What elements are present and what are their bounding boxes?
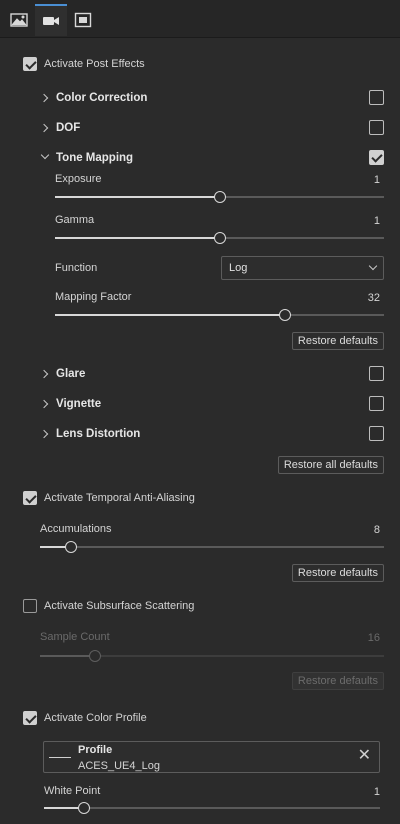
color-profile-checkbox[interactable]	[23, 711, 37, 725]
chevron-down-icon	[368, 261, 378, 271]
slider-thumb[interactable]	[279, 309, 292, 321]
taa-checkbox[interactable]	[23, 491, 37, 505]
section-lens-distortion[interactable]: Lens Distortion	[56, 428, 140, 440]
section-glare[interactable]: Glare	[56, 368, 85, 380]
lens-distortion-checkbox[interactable]	[369, 426, 384, 441]
white-point-value: 1	[373, 786, 380, 798]
color-correction-checkbox[interactable]	[369, 90, 384, 105]
close-icon[interactable]: ✕	[358, 747, 371, 765]
mapping-factor-label: Mapping Factor	[55, 291, 132, 303]
gamma-slider[interactable]	[55, 232, 384, 244]
post-effects-label: Activate Post Effects	[44, 58, 145, 70]
function-select[interactable]: Log	[221, 256, 384, 280]
accumulations-label: Accumulations	[40, 523, 112, 535]
section-dof[interactable]: DOF	[56, 122, 80, 134]
slider-thumb[interactable]	[64, 541, 77, 553]
post-effects-checkbox[interactable]	[23, 57, 37, 71]
slider-thumb[interactable]	[213, 191, 226, 203]
tab-scene[interactable]	[3, 4, 35, 36]
glare-checkbox[interactable]	[369, 366, 384, 381]
profile-value: ACES_UE4_Log	[78, 760, 160, 772]
restore-defaults-button[interactable]: Restore defaults	[291, 332, 384, 350]
gamma-value: 1	[373, 215, 380, 227]
vignette-checkbox[interactable]	[369, 396, 384, 411]
function-label: Function	[55, 262, 98, 274]
taa-restore-defaults-button[interactable]: Restore defaults	[291, 564, 384, 582]
profile-swatch	[49, 757, 71, 758]
tone-mapping-checkbox[interactable]	[369, 150, 384, 165]
profile-field[interactable]: Profile ACES_UE4_Log ✕	[43, 741, 380, 773]
taa-label: Activate Temporal Anti-Aliasing	[44, 492, 195, 504]
chevron-right-icon[interactable]	[39, 369, 49, 379]
accumulations-value: 8	[373, 524, 380, 536]
chevron-down-icon[interactable]	[40, 150, 50, 160]
frame-icon	[74, 12, 92, 28]
section-tone-mapping[interactable]: Tone Mapping	[56, 152, 133, 164]
slider-fill	[40, 655, 96, 657]
chevron-right-icon[interactable]	[39, 429, 49, 439]
exposure-label: Exposure	[55, 173, 102, 185]
chevron-right-icon[interactable]	[39, 93, 49, 103]
accumulations-slider[interactable]	[40, 541, 384, 553]
sss-restore-defaults-button: Restore defaults	[291, 672, 384, 690]
tab-camera[interactable]	[35, 4, 67, 36]
mapping-factor-slider[interactable]	[55, 309, 384, 321]
sss-checkbox[interactable]	[23, 599, 37, 613]
toolbar-tabs	[0, 0, 400, 38]
white-point-label: White Point	[44, 785, 101, 797]
exposure-value: 1	[373, 174, 380, 186]
restore-all-defaults-button[interactable]: Restore all defaults	[277, 456, 384, 474]
gamma-label: Gamma	[55, 214, 95, 226]
exposure-slider[interactable]	[55, 191, 384, 203]
white-point-slider[interactable]	[44, 802, 380, 814]
scene-image-icon	[10, 13, 28, 27]
slider-thumb[interactable]	[213, 232, 226, 244]
chevron-right-icon[interactable]	[39, 399, 49, 409]
sample-count-slider	[40, 650, 384, 662]
sample-count-value: 16	[367, 632, 380, 644]
function-selected-value: Log	[229, 262, 248, 274]
slider-fill	[55, 196, 220, 198]
mapping-factor-value: 32	[367, 292, 380, 304]
chevron-right-icon[interactable]	[39, 123, 49, 133]
camera-icon	[43, 17, 59, 25]
slider-thumb[interactable]	[78, 802, 91, 814]
section-vignette[interactable]: Vignette	[56, 398, 101, 410]
slider-fill	[55, 237, 220, 239]
tab-frame[interactable]	[67, 4, 99, 36]
profile-title: Profile	[78, 744, 113, 756]
slider-fill	[55, 314, 286, 316]
dof-checkbox[interactable]	[369, 120, 384, 135]
slider-thumb	[89, 650, 102, 662]
sample-count-label: Sample Count	[40, 631, 110, 643]
section-color-correction[interactable]: Color Correction	[56, 92, 147, 104]
color-profile-label: Activate Color Profile	[44, 712, 147, 724]
sss-label: Activate Subsurface Scattering	[44, 600, 195, 612]
